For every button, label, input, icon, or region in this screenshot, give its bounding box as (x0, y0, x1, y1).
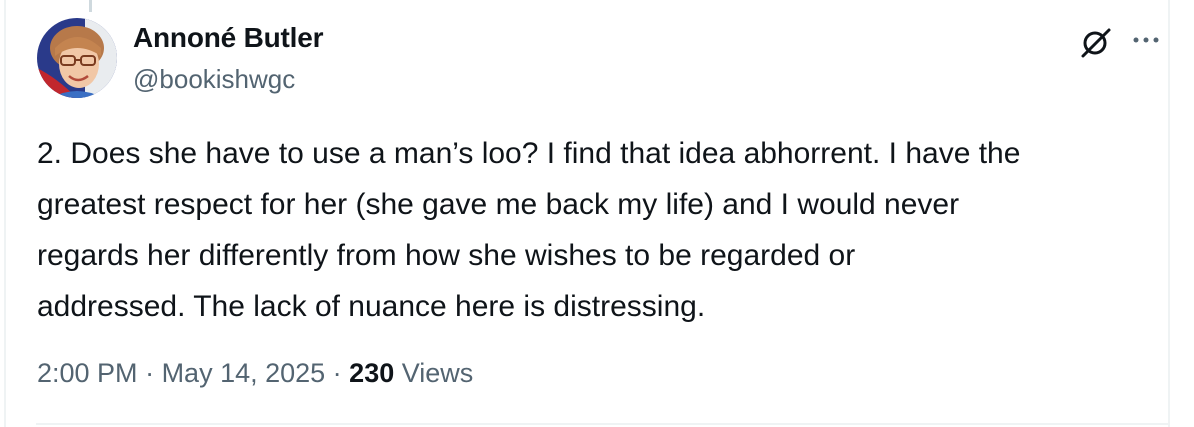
tweet-metadata: 2:00 PM · May 14, 2025 · 230 Views (37, 354, 473, 392)
bottom-divider (36, 423, 1168, 425)
meta-separator: · (137, 358, 162, 388)
avatar[interactable] (37, 18, 117, 98)
author-handle[interactable]: @bookishwgc (133, 62, 295, 96)
tweet-time[interactable]: 2:00 PM (37, 358, 138, 388)
author-display-name[interactable]: Annoné Butler (133, 20, 323, 56)
views-count: 230 (349, 358, 395, 388)
more-options-icon[interactable] (1128, 24, 1164, 60)
tweet-date[interactable]: May 14, 2025 (162, 358, 326, 388)
right-border (1168, 0, 1170, 427)
views-label: Views (394, 358, 474, 388)
grok-icon[interactable] (1078, 24, 1114, 60)
tweet-text: 2. Does she have to use a man’s loo? I f… (37, 137, 1021, 323)
thread-connector-line (89, 0, 92, 12)
avatar-photo-icon (37, 18, 117, 98)
left-border (4, 0, 6, 427)
meta-separator: · (325, 358, 350, 388)
